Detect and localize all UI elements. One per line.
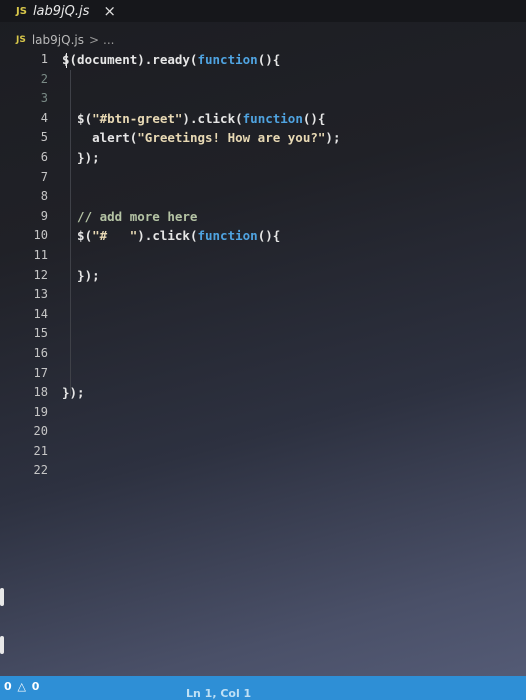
code-line[interactable]: 22 (0, 461, 526, 481)
code-editor[interactable]: 1 $(document).ready(function(){2 3 4 $("#bt… (0, 50, 526, 481)
close-icon[interactable]: × (103, 2, 116, 20)
code-line[interactable]: 18}); (0, 383, 526, 403)
javascript-file-icon: JS (16, 35, 26, 45)
editor-tab-lab9jq[interactable]: JS lab9jQ.js × (0, 0, 118, 22)
line-number: 10 (33, 228, 48, 243)
code-line[interactable]: 3 (0, 89, 526, 109)
code-text: }); (62, 266, 100, 286)
code-text: $(document).ready(function(){ (62, 50, 280, 70)
line-number: 20 (33, 424, 48, 439)
code-token: }); (62, 267, 100, 283)
code-line[interactable]: 21 (0, 442, 526, 462)
line-number: 4 (40, 110, 48, 125)
code-token: "#btn-greet" (92, 110, 183, 126)
code-line[interactable]: 4 $("#btn-greet").click(function(){ (0, 109, 526, 129)
line-number: 15 (33, 326, 48, 341)
code-token: "Greetings! How are you?" (137, 130, 326, 146)
code-token: alert( (62, 130, 138, 146)
code-line[interactable]: 2 (0, 70, 526, 90)
code-line[interactable]: 14 (0, 305, 526, 325)
code-token: (){ (302, 110, 326, 126)
line-number: 13 (33, 287, 48, 302)
line-number: 2 (40, 71, 48, 86)
code-line[interactable]: 7 (0, 168, 526, 188)
code-token: }); (62, 385, 85, 401)
line-number: 3 (40, 91, 48, 106)
code-text: $("# ").click(function(){ (62, 226, 280, 246)
line-number: 19 (33, 404, 48, 419)
code-line[interactable]: 11 (0, 246, 526, 266)
code-line[interactable]: 5 alert("Greetings! How are you?"); (0, 128, 526, 148)
code-token: (){ (257, 52, 281, 67)
chevron-right-icon: > (88, 33, 100, 47)
line-number: 11 (33, 247, 48, 262)
code-token: function (197, 52, 258, 67)
code-line[interactable]: 10 $("# ").click(function(){ (0, 226, 526, 246)
breadcrumb-more[interactable]: ... (103, 33, 114, 47)
scroll-marker (0, 588, 4, 606)
line-number: 7 (40, 169, 48, 184)
code-line[interactable]: 8 (0, 187, 526, 207)
code-token: // add more here (62, 208, 198, 224)
code-token: $(document).ready( (62, 52, 198, 67)
code-token: ).click( (182, 110, 243, 126)
code-text: alert("Greetings! How are you?"); (62, 128, 340, 148)
line-number: 17 (33, 365, 48, 380)
code-token: ).click( (137, 228, 198, 244)
code-line[interactable]: 9 // add more here (0, 207, 526, 227)
code-text: }); (62, 148, 100, 168)
status-bar: 0 △ 0 (0, 676, 526, 700)
tab-bar: JS lab9jQ.js × (0, 0, 526, 22)
line-number: 12 (33, 267, 48, 282)
line-number: 6 (40, 149, 48, 164)
code-token: "# " (92, 228, 138, 244)
javascript-file-icon: JS (16, 5, 27, 17)
line-number: 8 (40, 189, 48, 204)
line-number: 22 (33, 463, 48, 478)
tab-label: lab9jQ.js (32, 3, 90, 19)
breadcrumb: JS lab9jQ.js > ... (16, 33, 114, 47)
code-line[interactable]: 16 (0, 344, 526, 364)
line-number: 21 (33, 443, 48, 458)
problems-indicator[interactable]: 0 △ 0 (4, 680, 40, 693)
code-text: $("#btn-greet").click(function(){ (62, 109, 325, 129)
scroll-marker (0, 636, 4, 654)
code-line[interactable]: 15 (0, 324, 526, 344)
cursor-position[interactable]: Ln 1, Col 1 (186, 687, 251, 700)
code-line[interactable]: 13 (0, 285, 526, 305)
code-line[interactable]: 19 (0, 403, 526, 423)
code-line[interactable]: 20 (0, 422, 526, 442)
code-token: (){ (257, 228, 281, 244)
line-number: 1 (40, 52, 48, 66)
line-number: 18 (33, 385, 48, 400)
code-line[interactable]: 17 (0, 364, 526, 384)
code-token: $( (62, 228, 93, 244)
line-number: 9 (40, 208, 48, 223)
code-token: ); (325, 130, 341, 146)
code-token: function (197, 228, 258, 244)
line-number: 14 (33, 306, 48, 321)
code-line[interactable]: 1 $(document).ready(function(){ (0, 50, 526, 70)
breadcrumb-file[interactable]: lab9jQ.js (32, 33, 84, 47)
code-token: function (242, 110, 303, 126)
code-token: $( (62, 110, 93, 126)
code-text: // add more here (62, 207, 197, 227)
code-text: }); (62, 383, 85, 403)
code-line[interactable]: 6 }); (0, 148, 526, 168)
code-line[interactable]: 12 }); (0, 266, 526, 286)
code-token: }); (62, 149, 100, 165)
line-number: 5 (40, 130, 48, 145)
line-number: 16 (33, 345, 48, 360)
